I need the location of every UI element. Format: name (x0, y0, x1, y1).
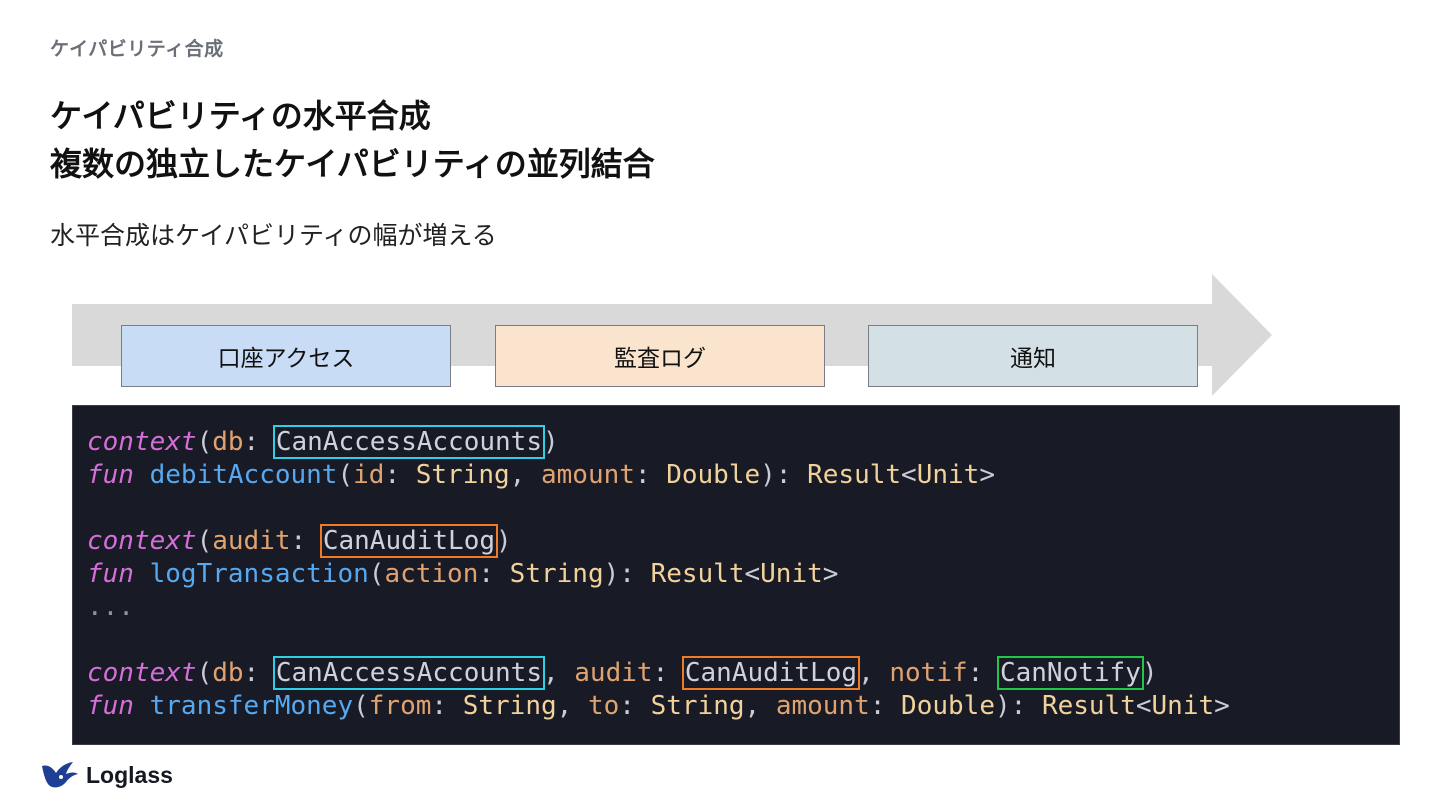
highlight-can-audit-log: CanAuditLog (319, 524, 499, 558)
type-name: Double (901, 691, 995, 721)
param-name: amount (775, 691, 870, 721)
title-line-1: ケイパビリティの水平合成 (50, 97, 431, 135)
return-type-arg: Unit (1151, 691, 1215, 721)
keyword-fun: fun (87, 559, 134, 589)
code-line: fun logTransaction(action: String): Resu… (87, 559, 839, 589)
code-ellipsis: ... (87, 592, 134, 622)
type-name: Double (666, 460, 761, 490)
param-name: from (368, 691, 432, 721)
code-line: context(audit: CanAuditLog) (87, 524, 512, 558)
function-name: debitAccount (149, 460, 338, 490)
capability-box-audit-log: 監査ログ (495, 325, 825, 387)
highlight-can-access-accounts: CanAccessAccounts (272, 656, 545, 690)
return-type: Result (807, 460, 902, 490)
slide-subtitle: 水平合成はケイパビリティの幅が増える (50, 221, 497, 250)
highlight-can-notify: CanNotify (996, 656, 1144, 690)
function-name: logTransaction (149, 559, 369, 589)
code-line: context(db: CanAccessAccounts, audit: Ca… (87, 656, 1158, 690)
highlight-can-access-accounts: CanAccessAccounts (272, 425, 545, 459)
type-name: String (415, 460, 510, 490)
capability-label: 口座アクセス (217, 346, 355, 372)
keyword-fun: fun (87, 460, 134, 490)
highlight-can-audit-log: CanAuditLog (681, 656, 861, 690)
param-name: db (212, 658, 244, 688)
param-name: audit (574, 658, 653, 688)
return-type-arg: Unit (916, 460, 980, 490)
brand-name: Loglass (86, 761, 173, 788)
capability-box-notification: 通知 (868, 325, 1198, 387)
function-name: transferMoney (149, 691, 354, 721)
type-name: String (509, 559, 604, 589)
keyword-context: context (87, 526, 197, 556)
param-name: action (384, 559, 479, 589)
param-name: audit (212, 526, 291, 556)
code-block: context(db: CanAccessAccounts) fun debit… (72, 405, 1400, 745)
capability-label: 監査ログ (614, 346, 706, 372)
param-name: to (587, 691, 620, 721)
keyword-context: context (87, 427, 197, 457)
bird-logo-icon (42, 762, 78, 788)
code-line: fun debitAccount(id: String, amount: Dou… (87, 460, 995, 490)
capability-box-account-access: 口座アクセス (121, 325, 451, 387)
title-line-2: 複数の独立したケイパビリティの並列結合 (50, 145, 655, 183)
return-type: Result (650, 559, 745, 589)
code-line: fun transferMoney(from: String, to: Stri… (87, 691, 1230, 721)
capability-label: 通知 (1010, 346, 1056, 372)
param-name: notif (889, 658, 968, 688)
param-name: amount (540, 460, 635, 490)
return-type: Result (1041, 691, 1136, 721)
return-type-arg: Unit (760, 559, 823, 589)
slide-title: ケイパビリティの水平合成 複数の独立したケイパビリティの並列結合 (50, 92, 655, 188)
code-line: context(db: CanAccessAccounts) (87, 425, 559, 459)
keyword-fun: fun (87, 691, 134, 721)
param-name: db (212, 427, 244, 457)
brand-logo: Loglass (40, 760, 173, 790)
keyword-context: context (87, 658, 197, 688)
section-label: ケイパビリティ合成 (50, 38, 224, 60)
type-name: String (650, 691, 745, 721)
param-name: id (353, 460, 385, 490)
type-name: String (462, 691, 557, 721)
